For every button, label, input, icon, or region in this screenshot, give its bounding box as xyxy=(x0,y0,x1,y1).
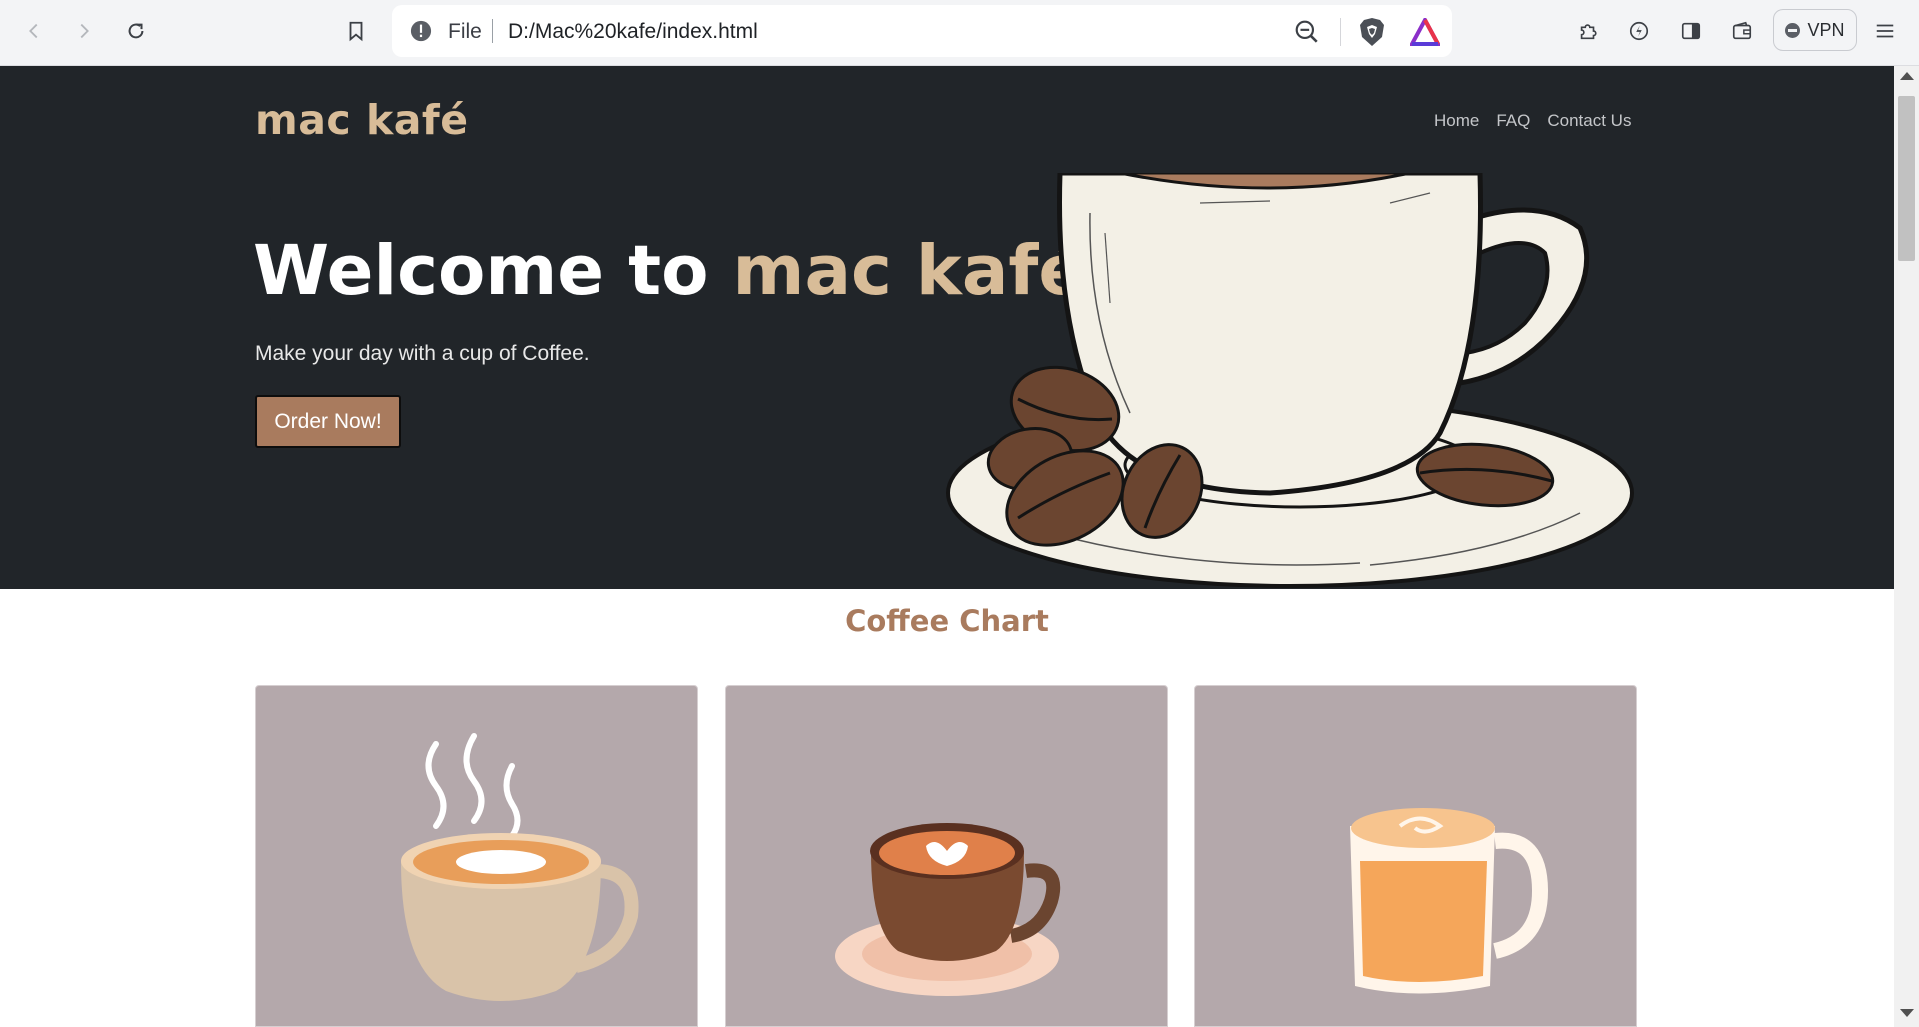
vpn-button[interactable]: VPN xyxy=(1773,9,1857,51)
forward-button[interactable] xyxy=(66,13,102,49)
nav-faq[interactable]: FAQ xyxy=(1496,111,1530,131)
menu-button[interactable] xyxy=(1868,13,1902,49)
reload-button[interactable] xyxy=(118,13,154,49)
zoom-out-icon[interactable] xyxy=(1294,19,1320,45)
sidebar-toggle-button[interactable] xyxy=(1673,13,1709,49)
menu-icon xyxy=(1876,24,1894,38)
address-bar[interactable]: File D:/Mac%20kafe/index.html xyxy=(392,5,1452,57)
wallet-icon xyxy=(1732,21,1752,40)
coffee-card-3[interactable] xyxy=(1194,685,1637,1027)
browser-toolbar: File D:/Mac%20kafe/index.html VPN xyxy=(0,0,1919,66)
url-scheme: File xyxy=(448,20,482,43)
extensions-button[interactable] xyxy=(1570,13,1606,49)
info-icon[interactable] xyxy=(410,20,432,42)
bookmark-button[interactable] xyxy=(338,13,374,49)
reload-icon xyxy=(128,23,144,39)
url-divider xyxy=(1340,18,1341,46)
coffee-cup-illustration xyxy=(946,173,1634,588)
coffee-card-1[interactable] xyxy=(255,685,698,1027)
bookmark-icon xyxy=(349,21,363,42)
coffee-card-2[interactable] xyxy=(725,685,1168,1027)
scroll-up-arrow-icon[interactable] xyxy=(1900,72,1914,80)
scroll-down-arrow-icon[interactable] xyxy=(1900,1009,1914,1017)
back-button[interactable] xyxy=(16,13,52,49)
brave-rewards-icon[interactable] xyxy=(1410,18,1440,46)
url-text[interactable]: D:/Mac%20kafe/index.html xyxy=(508,20,758,44)
brave-shields-icon[interactable] xyxy=(1358,17,1386,47)
nav-contact-us[interactable]: Contact Us xyxy=(1547,111,1631,131)
sidebar-icon xyxy=(1681,22,1701,40)
hero-section: mac kafé Home FAQ Contact Us Welcome to … xyxy=(0,66,1894,589)
iced-latte-glass-image xyxy=(1350,808,1549,994)
url-separator xyxy=(492,19,493,43)
hero-title-prefix: Welcome to xyxy=(253,231,709,311)
leo-icon xyxy=(1629,21,1649,41)
scroll-thumb[interactable] xyxy=(1898,96,1915,261)
cappuccino-cup-image xyxy=(835,823,1061,996)
back-icon xyxy=(29,23,38,39)
nav-home[interactable]: Home xyxy=(1434,111,1479,131)
order-now-button[interactable]: Order Now! xyxy=(255,395,401,448)
vpn-status-icon xyxy=(1785,22,1801,38)
latte-cup-image xyxy=(401,733,639,1001)
main-nav: Home FAQ Contact Us xyxy=(1434,111,1631,131)
wallet-button[interactable] xyxy=(1724,13,1760,49)
forward-icon xyxy=(80,23,89,39)
vpn-label: VPN xyxy=(1807,19,1845,40)
section-title: Coffee Chart xyxy=(845,604,1049,638)
site-brand[interactable]: mac kafé xyxy=(255,96,469,144)
extensions-icon xyxy=(1580,24,1597,40)
page-scrollbar[interactable] xyxy=(1894,66,1919,1027)
leo-ai-button[interactable] xyxy=(1621,13,1657,49)
hero-subtitle: Make your day with a cup of Coffee. xyxy=(255,342,590,365)
